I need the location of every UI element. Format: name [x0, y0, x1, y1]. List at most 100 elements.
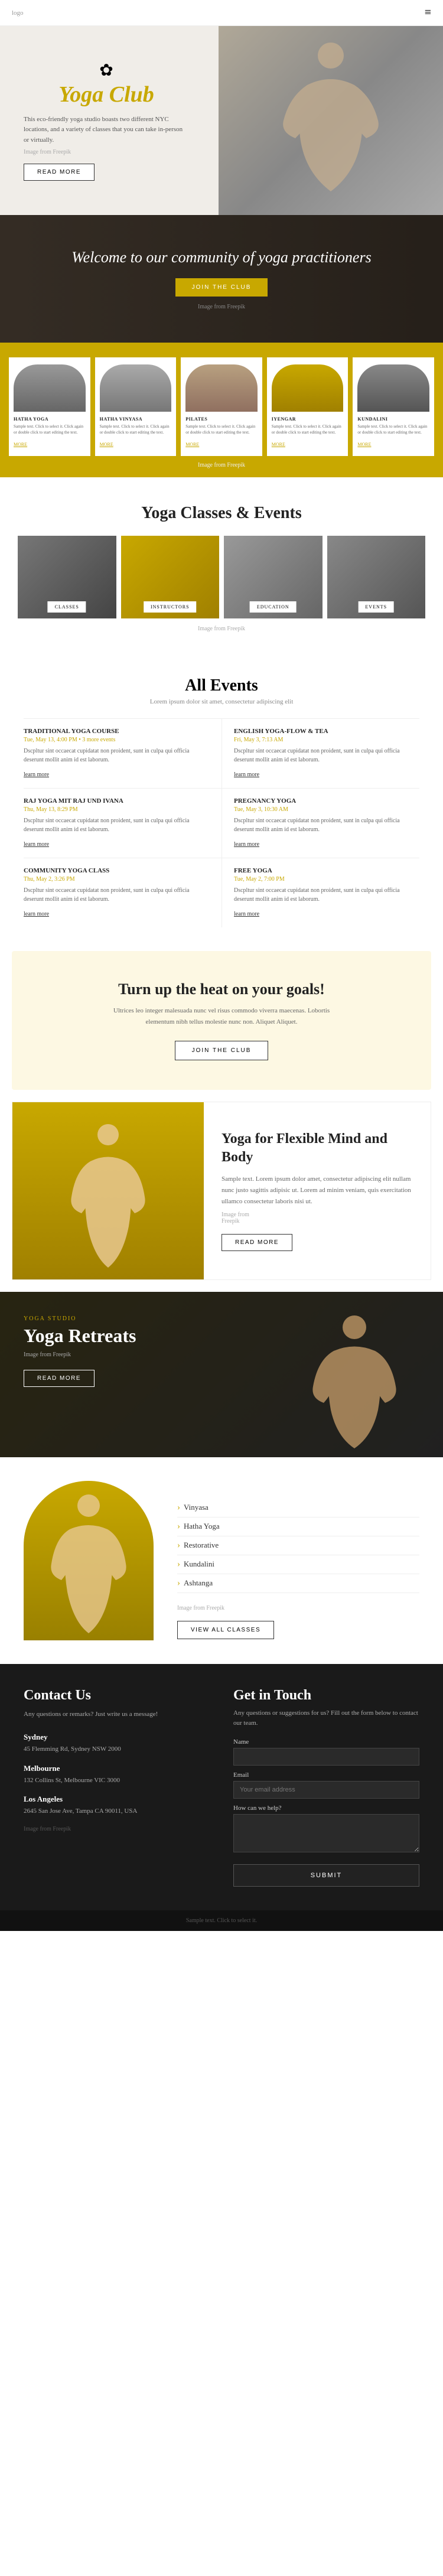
welcome-join-button[interactable]: JOIN THE CLUB — [175, 278, 268, 297]
welcome-section: Welcome to our community of yoga practit… — [0, 215, 443, 343]
yoga-type-vinyasa-desc: Sample text. Click to select it. Click a… — [100, 424, 172, 436]
name-input[interactable] — [233, 1748, 419, 1766]
email-input[interactable] — [233, 1781, 419, 1799]
event-link-3[interactable]: learn more — [234, 841, 259, 848]
cta-banner-section: Turn up the heat on your goals! Ultrices… — [12, 951, 431, 1089]
name-field-container: Name — [233, 1738, 419, 1766]
contact-city-melbourne: Melbourne — [24, 1764, 210, 1773]
event-desc-3: Dscpltur sint occaecat cupidatat non pro… — [234, 816, 419, 834]
event-link-0[interactable]: learn more — [24, 771, 49, 778]
contact-address-la: 2645 San Jose Ave, Tampa CA 90011, USA — [24, 1806, 210, 1816]
event-item-0: TRADITIONAL YOGA COURSE Tue, May 13, 4:0… — [24, 718, 222, 788]
contact-heading: Contact Us — [24, 1688, 210, 1704]
contact-location-sydney: Sydney 45 Flemming Rd, Sydney NSW 2000 — [24, 1732, 210, 1754]
message-label: How can we help? — [233, 1805, 419, 1812]
yoga-type-vinyasa-title: HATHA VINYASA — [100, 416, 172, 422]
contact-desc: Any questions or remarks? Just write us … — [24, 1709, 210, 1720]
flex-mind-desc: Sample text. Lorem ipsum dolor amet, con… — [222, 1174, 413, 1207]
event-title-3: PREGNANCY YOGA — [234, 797, 419, 805]
yoga-type-hatha-title: HATHA YOGA — [14, 416, 86, 422]
yoga-type-iyengar-img — [272, 364, 344, 412]
event-link-4[interactable]: learn more — [24, 911, 49, 917]
email-field-container: Email — [233, 1771, 419, 1799]
yoga-type-hatha-img — [14, 364, 86, 412]
event-item-4: COMMUNITY YOGA CLASS Thu, May 2, 3:26 PM… — [24, 858, 222, 927]
all-events-heading: All Events — [24, 676, 419, 695]
event-desc-2: Dscpltur sint occaecat cupidatat non pro… — [24, 816, 210, 834]
event-title-1: ENGLISH YOGA-FLOW & TEA — [234, 728, 419, 735]
yoga-type-pilates-desc: Sample text. Click to select it. Click a… — [185, 424, 258, 436]
yoga-type-pilates-img — [185, 364, 258, 412]
retreats-label: YOGA STUDIO — [24, 1315, 419, 1322]
name-label: Name — [233, 1738, 419, 1745]
flex-mind-read-more-button[interactable]: READ MORE — [222, 1234, 292, 1251]
all-events-subtitle: Lorem ipsum dolor sit amet, consectetur … — [24, 698, 419, 705]
event-item-2: RAJ YOGA MIT RAJ UND IVANA Thu, May 13, … — [24, 788, 222, 858]
class-list-item-restorative: ›Restorative — [177, 1536, 419, 1555]
hero-title: Yoga Club — [24, 83, 189, 108]
event-date-0: Tue, May 13, 4:00 PM • 3 more events — [24, 737, 210, 743]
contact-city-la: Los Angeles — [24, 1795, 210, 1804]
event-date-3: Tue, May 3, 10:30 AM — [234, 806, 419, 813]
class-card-events[interactable]: EVENTS — [327, 536, 426, 618]
events-grid: TRADITIONAL YOGA COURSE Tue, May 13, 4:0… — [24, 718, 419, 927]
contact-address-sydney: 45 Flemming Rd, Sydney NSW 2000 — [24, 1744, 210, 1754]
contact-city-sydney: Sydney — [24, 1732, 210, 1742]
class-list-item-ashtanga: ›Ashtanga — [177, 1574, 419, 1593]
class-list-item-vinyasa: ›Vinyasa — [177, 1499, 419, 1517]
flex-mind-credit: Image from Freepik — [222, 1212, 413, 1225]
classes-list-items: ›Vinyasa ›Hatha Yoga ›Restorative ›Kunda… — [177, 1499, 419, 1593]
submit-button[interactable]: SUBMIT — [233, 1864, 419, 1887]
contact-image-credit: Image from Freepik — [24, 1826, 210, 1832]
classes-list-person-silhouette — [41, 1487, 136, 1640]
classes-events-heading: Yoga Classes & Events — [18, 504, 425, 523]
yoga-type-kundalini-more[interactable]: MORE — [357, 442, 371, 447]
event-title-0: TRADITIONAL YOGA COURSE — [24, 728, 210, 735]
hamburger-icon[interactable]: ≡ — [425, 6, 431, 19]
classes-list-credit: Image from Freepik — [177, 1605, 419, 1611]
footer: Sample text. Click to select it. — [0, 1910, 443, 1931]
hero-read-more-button[interactable]: READ MORE — [24, 164, 95, 181]
retreats-read-more-button[interactable]: READ MORE — [24, 1370, 95, 1387]
classes-events-credit: Image from Freepik — [18, 626, 425, 632]
yoga-type-iyengar-more[interactable]: MORE — [272, 442, 285, 447]
hero-lotus-icon: ✿ — [24, 60, 189, 80]
cta-join-button[interactable]: JOIN THE CLUB — [175, 1041, 269, 1060]
cta-desc: Ultrices leo integer malesuada nunc vel … — [109, 1005, 334, 1027]
class-list-item-hatha: ›Hatha Yoga — [177, 1517, 419, 1536]
flex-mind-content: Yoga for Flexible Mind and Body Sample t… — [204, 1102, 431, 1279]
all-events-section: All Events Lorem ipsum dolor sit amet, c… — [0, 659, 443, 945]
event-date-2: Thu, May 13, 8:29 PM — [24, 806, 210, 813]
email-label: Email — [233, 1771, 419, 1779]
nav-logo: logo — [12, 9, 24, 17]
event-link-1[interactable]: learn more — [234, 771, 259, 778]
hero-person-silhouette — [272, 26, 390, 215]
yoga-type-pilates: PILATES Sample text. Click to select it.… — [181, 357, 262, 457]
class-card-instructors[interactable]: INSTRUCTORS — [121, 536, 220, 618]
message-textarea[interactable] — [233, 1814, 419, 1852]
classes-events-section: Yoga Classes & Events CLASSES INSTRUCTOR… — [0, 477, 443, 659]
yoga-type-vinyasa: HATHA VINYASA Sample text. Click to sele… — [95, 357, 177, 457]
yoga-type-iyengar-title: IYENGAR — [272, 416, 344, 422]
class-card-education-label: EDUCATION — [250, 601, 297, 613]
class-card-instructors-label: INSTRUCTORS — [144, 601, 197, 613]
view-all-classes-button[interactable]: VIEW ALL CLASSES — [177, 1621, 274, 1639]
hero-image-credit: Image from Freepik — [24, 149, 189, 155]
yoga-type-pilates-more[interactable]: MORE — [185, 442, 199, 447]
class-card-classes[interactable]: CLASSES — [18, 536, 116, 618]
hero-photo — [219, 26, 443, 215]
event-link-2[interactable]: learn more — [24, 841, 49, 848]
class-card-education[interactable]: EDUCATION — [224, 536, 323, 618]
flex-mind-photo — [12, 1102, 204, 1279]
hero-content: ✿ Yoga Club This eco-friendly yoga studi… — [0, 43, 213, 199]
yoga-type-hatha-more[interactable]: MORE — [14, 442, 27, 447]
event-desc-1: Dscpltur sint occaecat cupidatat non pro… — [234, 747, 419, 764]
event-date-1: Fri, May 3, 7:13 AM — [234, 737, 419, 743]
class-card-events-label: EVENTS — [358, 601, 394, 613]
event-date-5: Tue, May 2, 7:00 PM — [234, 876, 419, 882]
event-desc-4: Dscpltur sint occaecat cupidatat non pro… — [24, 886, 210, 904]
event-link-5[interactable]: learn more — [234, 911, 259, 917]
event-date-4: Thu, May 2, 3:26 PM — [24, 876, 210, 882]
yoga-type-vinyasa-more[interactable]: MORE — [100, 442, 113, 447]
event-item-3: PREGNANCY YOGA Tue, May 3, 10:30 AM Dscp… — [222, 788, 419, 858]
